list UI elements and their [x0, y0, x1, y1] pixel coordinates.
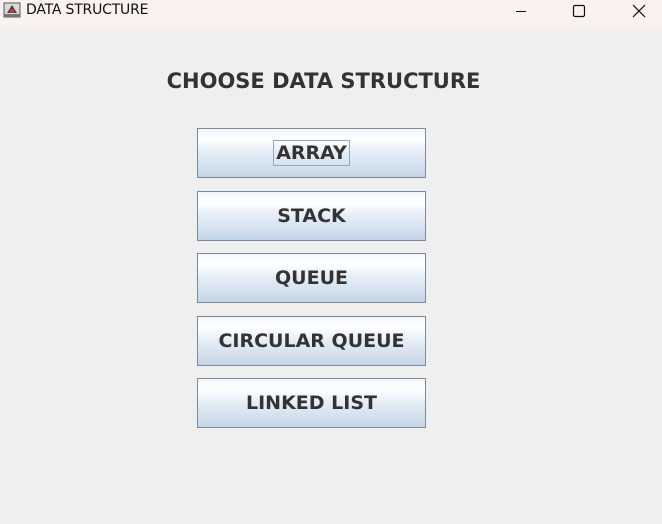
linked-list-button[interactable]: LINKED LIST [197, 378, 426, 428]
window-title: DATA STRUCTURE [26, 2, 149, 18]
array-button[interactable]: ARRAY [197, 128, 426, 178]
stack-button[interactable]: STACK [197, 191, 426, 241]
circular-queue-button-label: CIRCULAR QUEUE [218, 330, 405, 352]
array-button-label: ARRAY [273, 140, 350, 166]
maximize-button[interactable] [556, 0, 602, 22]
stack-button-label: STACK [277, 205, 346, 227]
queue-button-label: QUEUE [275, 267, 348, 289]
minimize-icon [515, 5, 527, 17]
minimize-button[interactable] [498, 0, 544, 22]
circular-queue-button[interactable]: CIRCULAR QUEUE [197, 316, 426, 366]
linked-list-button-label: LINKED LIST [246, 392, 377, 414]
close-button[interactable] [616, 0, 662, 22]
java-app-icon[interactable] [3, 1, 21, 19]
title-bar[interactable]: DATA STRUCTURE [0, 0, 662, 29]
queue-button[interactable]: QUEUE [197, 253, 426, 303]
maximize-icon [572, 4, 586, 18]
page-title: CHOOSE DATA STRUCTURE [166, 69, 481, 93]
close-icon [632, 4, 646, 18]
